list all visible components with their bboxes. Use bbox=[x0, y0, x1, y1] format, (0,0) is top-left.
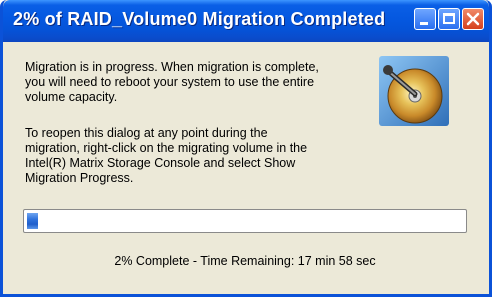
message-line: Migration Progress. bbox=[25, 171, 134, 185]
maximize-icon bbox=[443, 13, 455, 24]
migration-message: Migration is in progress. When migration… bbox=[25, 60, 365, 105]
minimize-icon bbox=[420, 22, 428, 25]
close-icon bbox=[466, 12, 480, 26]
message-line: migration, right-click on the migrating … bbox=[25, 141, 308, 155]
close-button[interactable] bbox=[462, 8, 484, 30]
hard-disk-icon bbox=[379, 56, 449, 126]
progress-status-text: 2% Complete - Time Remaining: 17 min 58 … bbox=[114, 254, 376, 268]
message-line: Intel(R) Matrix Storage Console and sele… bbox=[25, 156, 296, 170]
maximize-button[interactable] bbox=[438, 8, 460, 30]
title-bar[interactable]: 2% of RAID_Volume0 Migration Completed bbox=[3, 0, 489, 42]
message-line: volume capacity. bbox=[25, 90, 118, 104]
migration-progress-dialog: 2% of RAID_Volume0 Migration Completed M… bbox=[0, 0, 492, 297]
progress-fill bbox=[27, 213, 38, 229]
message-line: Migration is in progress. When migration… bbox=[25, 60, 319, 74]
dialog-body: Migration is in progress. When migration… bbox=[3, 42, 489, 294]
message-line: To reopen this dialog at any point durin… bbox=[25, 126, 268, 140]
reopen-instructions: To reopen this dialog at any point durin… bbox=[25, 126, 365, 186]
minimize-button[interactable] bbox=[414, 8, 436, 30]
migration-progress-bar bbox=[23, 209, 467, 233]
message-line: you will need to reboot your system to u… bbox=[25, 75, 315, 89]
window-title: 2% of RAID_Volume0 Migration Completed bbox=[13, 9, 386, 29]
